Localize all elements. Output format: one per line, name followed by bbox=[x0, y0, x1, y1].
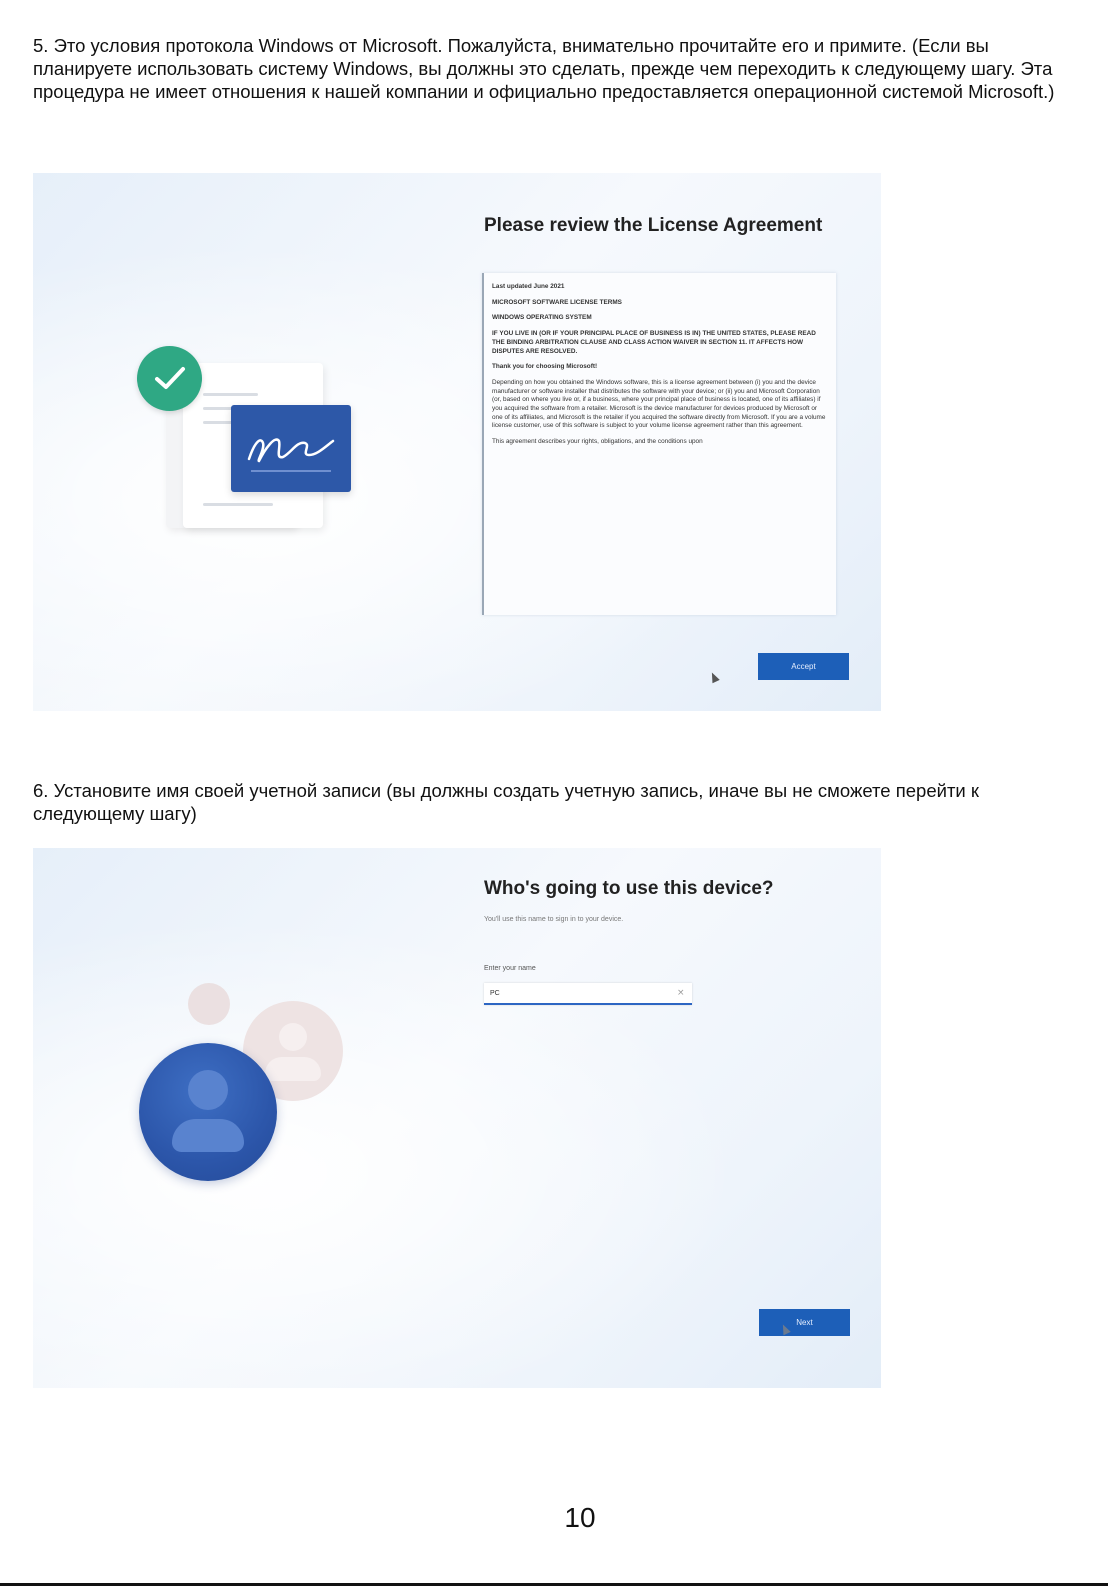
license-agreement-screenshot: Please review the License Agreement Last… bbox=[33, 173, 881, 711]
next-button[interactable]: Next bbox=[759, 1309, 850, 1336]
license-tail: This agreement describes your rights, ob… bbox=[492, 438, 703, 446]
name-input[interactable] bbox=[484, 983, 692, 1005]
signature-icon bbox=[247, 438, 335, 472]
clear-input-icon[interactable]: × bbox=[677, 988, 685, 998]
license-updated: Last updated June 2021 bbox=[492, 283, 565, 290]
step-6-instructions: 6. Установите имя своей учетной записи (… bbox=[33, 780, 979, 824]
license-heading: MICROSOFT SOFTWARE LICENSE TERMS bbox=[492, 298, 622, 306]
user-avatar-icon bbox=[139, 1043, 277, 1181]
checkmark-icon bbox=[137, 346, 202, 411]
name-field-label: Enter your name bbox=[484, 965, 536, 972]
license-body: Depending on how you obtained the Window… bbox=[492, 378, 826, 430]
signature-card bbox=[231, 405, 351, 492]
mouse-cursor-icon bbox=[708, 670, 720, 684]
license-thanks: Thank you for choosing Microsoft! bbox=[492, 363, 598, 371]
license-subheading: WINDOWS OPERATING SYSTEM bbox=[492, 314, 592, 322]
license-title: Please review the License Agreement bbox=[484, 215, 823, 236]
account-name-screenshot: Who's going to use this device? You'll u… bbox=[33, 848, 881, 1388]
license-text-box[interactable]: Last updated June 2021 MICROSOFT SOFTWAR… bbox=[482, 273, 836, 615]
device-user-subtitle: You'll use this name to sign in to your … bbox=[484, 916, 624, 923]
step-5-instructions: 5. Это условия протокола Windows от Micr… bbox=[33, 35, 1055, 102]
device-user-title: Who's going to use this device? bbox=[484, 878, 774, 899]
small-user-bubble bbox=[188, 983, 230, 1025]
bottom-divider bbox=[0, 1583, 1108, 1586]
accept-button[interactable]: Accept bbox=[758, 653, 849, 680]
page-number: 10 bbox=[564, 1502, 596, 1533]
license-arbitration-notice: IF YOU LIVE IN (OR IF YOUR PRINCIPAL PLA… bbox=[492, 330, 816, 355]
